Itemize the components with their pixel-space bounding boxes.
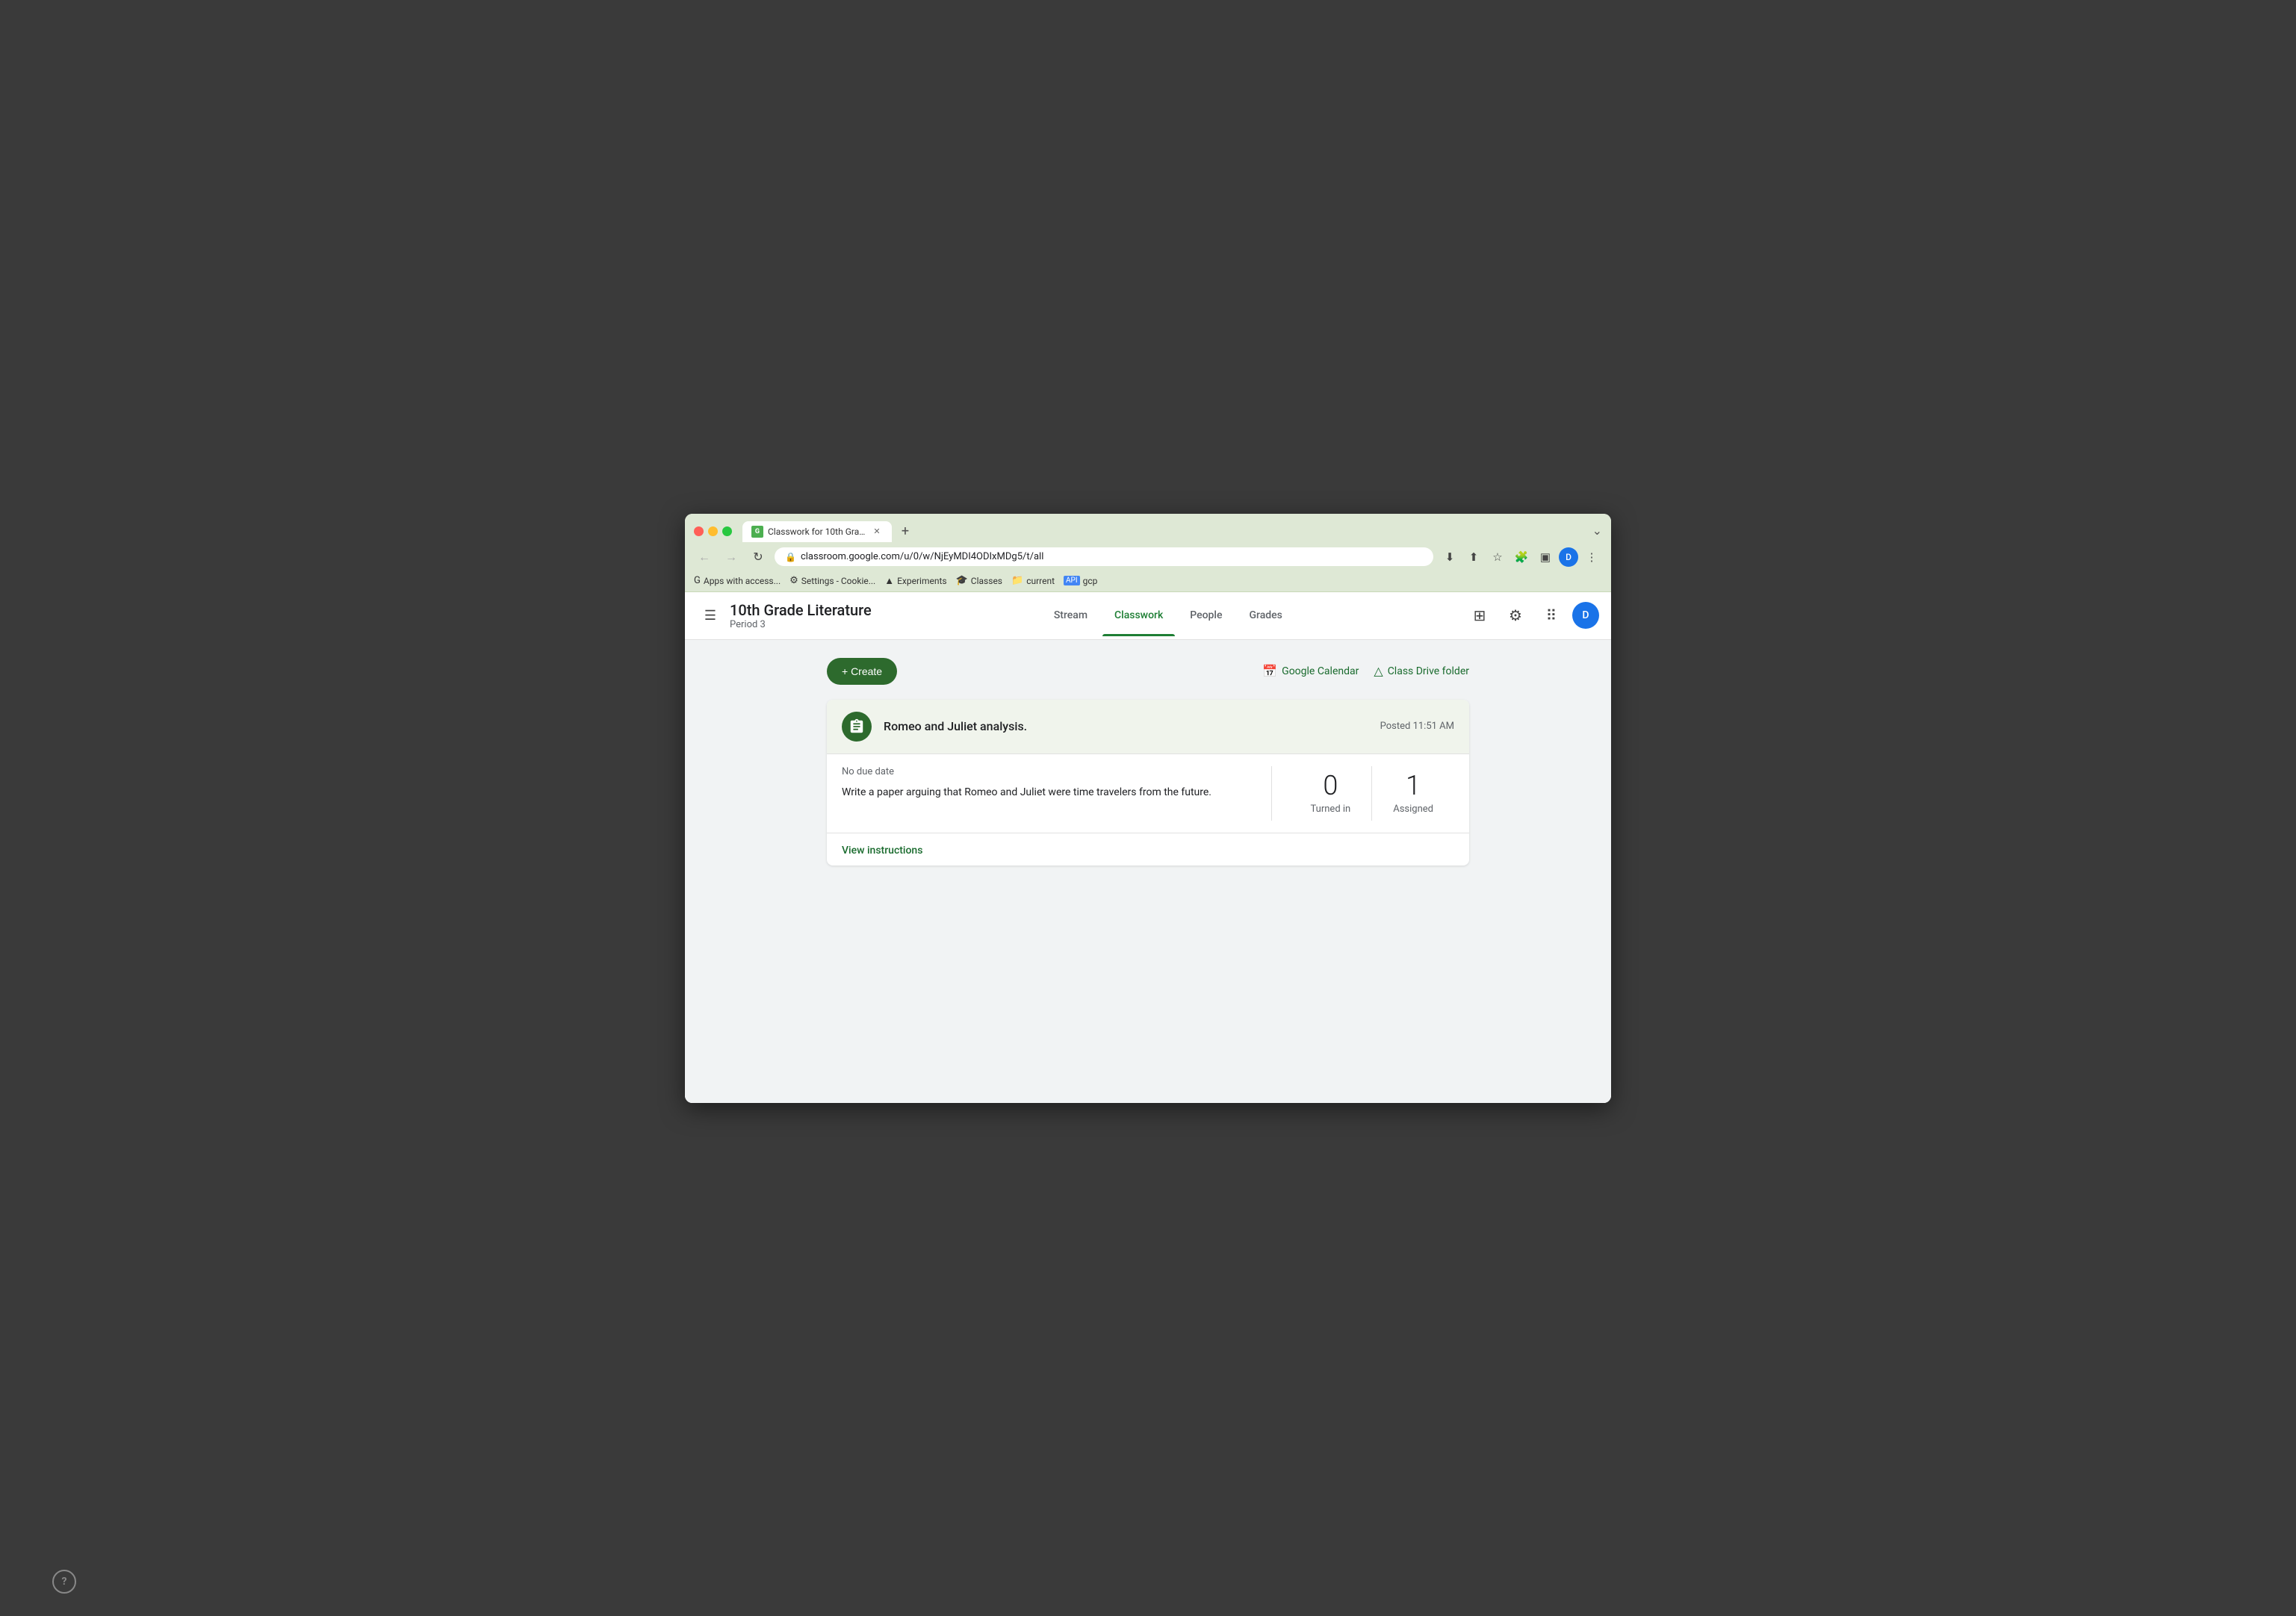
settings-icon: ⚙ bbox=[789, 575, 798, 586]
bookmarks-bar: G Apps with access... ⚙ Settings - Cooki… bbox=[685, 572, 1611, 592]
new-tab-button[interactable]: + bbox=[895, 521, 916, 542]
assignment-header: Romeo and Juliet analysis. Posted 11:51 … bbox=[827, 700, 1469, 754]
tab-close-button[interactable]: ✕ bbox=[871, 526, 883, 538]
settings-gear-icon[interactable]: ⚙ bbox=[1501, 600, 1530, 630]
bookmark-icon[interactable]: ☆ bbox=[1487, 547, 1508, 568]
back-button[interactable]: ← bbox=[694, 547, 715, 568]
tab-title: Classwork for 10th Grade Liter… bbox=[768, 526, 866, 537]
class-name: 10th Grade Literature bbox=[730, 601, 872, 619]
api-icon: API bbox=[1064, 576, 1080, 585]
assignment-icon-wrap bbox=[842, 712, 872, 742]
apps-grid-icon[interactable]: ⠿ bbox=[1536, 600, 1566, 630]
header-nav: Stream Classwork People Grades bbox=[872, 594, 1465, 636]
classes-icon: 🎓 bbox=[956, 575, 968, 586]
app-container: ☰ 10th Grade Literature Period 3 Stream … bbox=[685, 592, 1611, 1103]
grid-view-icon[interactable]: ⊞ bbox=[1465, 600, 1495, 630]
bookmark-experiments-label: Experiments bbox=[897, 576, 947, 586]
tab-controls: ⌄ bbox=[1592, 523, 1602, 542]
address-bar[interactable]: 🔒 classroom.google.com/u/0/w/NjEyMDI4ODI… bbox=[775, 547, 1433, 566]
app-header: ☰ 10th Grade Literature Period 3 Stream … bbox=[685, 592, 1611, 640]
url-text: classroom.google.com/u/0/w/NjEyMDI4ODIxM… bbox=[801, 551, 1423, 562]
sidebar-icon[interactable]: ▣ bbox=[1535, 547, 1556, 568]
assignment-body: No due date Write a paper arguing that R… bbox=[827, 754, 1469, 833]
menu-icon[interactable]: ⋮ bbox=[1581, 547, 1602, 568]
nav-classwork[interactable]: Classwork bbox=[1102, 594, 1175, 636]
assigned-stat: 1 Assigned bbox=[1371, 766, 1454, 821]
traffic-lights bbox=[694, 526, 732, 536]
download-icon[interactable]: ⬇ bbox=[1439, 547, 1460, 568]
assignment-footer: View instructions bbox=[827, 833, 1469, 866]
assignment-due: No due date bbox=[842, 766, 1253, 777]
assignment-icon bbox=[848, 718, 865, 735]
calendar-icon: 📅 bbox=[1262, 664, 1277, 678]
active-tab[interactable]: G Classwork for 10th Grade Liter… ✕ bbox=[742, 521, 892, 542]
bookmark-experiments[interactable]: ▲ Experiments bbox=[884, 575, 946, 587]
assignment-card: Romeo and Juliet analysis. Posted 11:51 … bbox=[827, 700, 1469, 866]
class-period: Period 3 bbox=[730, 619, 872, 630]
browser-window: G Classwork for 10th Grade Liter… ✕ + ⌄ … bbox=[685, 514, 1611, 1103]
class-drive-folder-link[interactable]: △ Class Drive folder bbox=[1374, 664, 1469, 678]
turned-in-count: 0 bbox=[1311, 772, 1351, 799]
class-info: 10th Grade Literature Period 3 bbox=[730, 601, 872, 630]
assignment-stats: 0 Turned in 1 Assigned bbox=[1271, 766, 1454, 821]
bookmark-gcp-label: gcp bbox=[1083, 576, 1098, 586]
bookmark-apps-label: Apps with access... bbox=[704, 576, 781, 586]
bookmark-classes-label: Classes bbox=[971, 576, 1002, 586]
create-button[interactable]: + Create bbox=[827, 658, 897, 685]
toolbar-links: 📅 Google Calendar △ Class Drive folder bbox=[1262, 664, 1469, 678]
assignment-description: No due date Write a paper arguing that R… bbox=[842, 766, 1253, 821]
bookmark-settings-label: Settings - Cookie... bbox=[801, 576, 875, 586]
nav-people[interactable]: People bbox=[1178, 594, 1234, 636]
reload-button[interactable]: ↻ bbox=[748, 547, 769, 568]
turned-in-stat: 0 Turned in bbox=[1290, 766, 1372, 821]
tab-dropdown-icon[interactable]: ⌄ bbox=[1592, 523, 1602, 538]
content-area: + Create 📅 Google Calendar △ Class Drive… bbox=[685, 640, 1611, 1103]
bookmark-apps[interactable]: G Apps with access... bbox=[694, 575, 781, 586]
folder-icon: 📁 bbox=[1011, 575, 1023, 586]
content-toolbar: + Create 📅 Google Calendar △ Class Drive… bbox=[827, 658, 1469, 685]
header-actions: ⊞ ⚙ ⠿ D bbox=[1465, 600, 1599, 630]
maximize-button[interactable] bbox=[722, 526, 732, 536]
user-avatar-nav[interactable]: D bbox=[1559, 547, 1578, 567]
close-button[interactable] bbox=[694, 526, 704, 536]
title-bar: G Classwork for 10th Grade Liter… ✕ + ⌄ bbox=[685, 514, 1611, 542]
google-calendar-link[interactable]: 📅 Google Calendar bbox=[1262, 664, 1359, 678]
lock-icon: 🔒 bbox=[785, 552, 796, 562]
assignment-posted: Posted 11:51 AM bbox=[1380, 721, 1454, 732]
user-avatar[interactable]: D bbox=[1572, 602, 1599, 629]
bookmark-gcp[interactable]: API gcp bbox=[1064, 576, 1097, 586]
tab-favicon: G bbox=[751, 526, 763, 538]
nav-right-buttons: ⬇ ⬆ ☆ 🧩 ▣ D ⋮ bbox=[1439, 547, 1602, 568]
hamburger-menu[interactable]: ☰ bbox=[697, 602, 724, 629]
assigned-count: 1 bbox=[1393, 772, 1433, 799]
tab-bar: G Classwork for 10th Grade Liter… ✕ + ⌄ bbox=[742, 521, 1602, 542]
navigation-bar: ← → ↻ 🔒 classroom.google.com/u/0/w/NjEyM… bbox=[685, 542, 1611, 572]
experiments-icon: ▲ bbox=[884, 575, 894, 587]
bookmark-settings[interactable]: ⚙ Settings - Cookie... bbox=[789, 575, 875, 586]
class-drive-folder-label: Class Drive folder bbox=[1388, 665, 1469, 677]
assignment-title: Romeo and Juliet analysis. bbox=[884, 719, 1380, 733]
drive-icon: △ bbox=[1374, 664, 1383, 678]
view-instructions-link[interactable]: View instructions bbox=[842, 845, 922, 857]
minimize-button[interactable] bbox=[708, 526, 718, 536]
nav-grades[interactable]: Grades bbox=[1238, 594, 1294, 636]
bookmark-current[interactable]: 📁 current bbox=[1011, 575, 1055, 586]
forward-button[interactable]: → bbox=[721, 547, 742, 568]
nav-stream[interactable]: Stream bbox=[1042, 594, 1099, 636]
assigned-label: Assigned bbox=[1393, 804, 1433, 815]
share-icon[interactable]: ⬆ bbox=[1463, 547, 1484, 568]
bookmark-current-label: current bbox=[1026, 576, 1055, 586]
content-inner: + Create 📅 Google Calendar △ Class Drive… bbox=[827, 658, 1469, 866]
bookmark-classes[interactable]: 🎓 Classes bbox=[956, 575, 1002, 586]
google-calendar-label: Google Calendar bbox=[1282, 665, 1359, 677]
google-icon: G bbox=[694, 575, 701, 586]
assignment-text: Write a paper arguing that Romeo and Jul… bbox=[842, 785, 1253, 801]
turned-in-label: Turned in bbox=[1311, 804, 1351, 815]
extension-icon[interactable]: 🧩 bbox=[1511, 547, 1532, 568]
